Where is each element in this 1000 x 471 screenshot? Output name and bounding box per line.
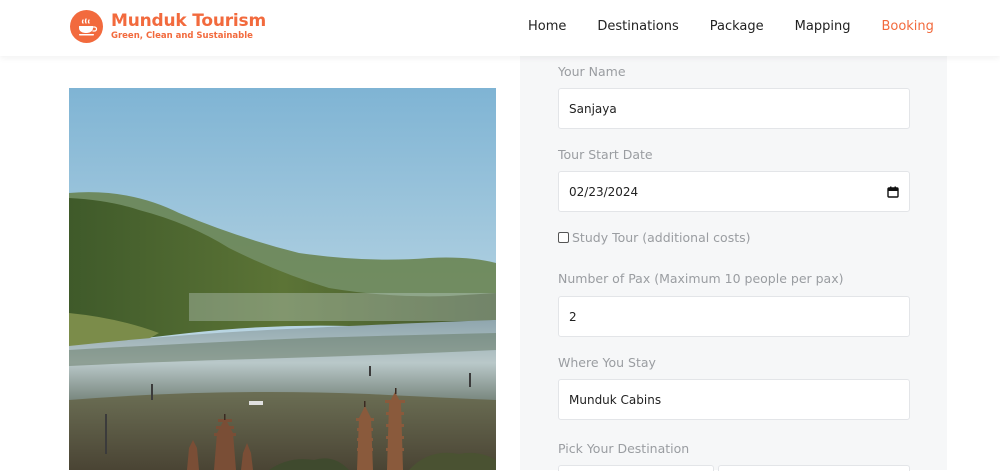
nav-home[interactable]: Home: [528, 19, 566, 34]
lake-temple-photo: [69, 88, 496, 470]
name-label: Your Name: [558, 64, 626, 79]
pax-input[interactable]: 2: [558, 296, 910, 337]
brand-logo[interactable]: Munduk Tourism Green, Clean and Sustaina…: [70, 10, 266, 43]
main-nav: Home Destinations Package Mapping Bookin…: [528, 19, 934, 34]
stay-label: Where You Stay: [558, 355, 656, 370]
brand-name: Munduk Tourism: [111, 10, 266, 31]
name-input[interactable]: Sanjaya: [558, 88, 910, 129]
start-date-label: Tour Start Date: [558, 147, 653, 162]
destination-option[interactable]: [558, 465, 714, 471]
booking-form: Your Name Sanjaya Tour Start Date 02/23/…: [520, 56, 947, 471]
site-header: Munduk Tourism Green, Clean and Sustaina…: [0, 0, 1000, 56]
stay-value: Munduk Cabins: [569, 392, 662, 407]
destination-label: Pick Your Destination: [558, 441, 690, 456]
nav-destinations[interactable]: Destinations: [597, 19, 678, 34]
name-value: Sanjaya: [569, 101, 617, 116]
start-date-input[interactable]: 02/23/2024: [558, 171, 910, 212]
destination-option[interactable]: [718, 465, 910, 471]
nav-mapping[interactable]: Mapping: [795, 19, 851, 34]
pax-label: Number of Pax (Maximum 10 people per pax…: [558, 271, 844, 286]
start-date-value: 02/23/2024: [569, 184, 639, 199]
pax-value: 2: [569, 309, 577, 324]
brand-tagline: Green, Clean and Sustainable: [111, 30, 253, 41]
nav-package[interactable]: Package: [710, 19, 764, 34]
study-tour-checkbox[interactable]: [558, 232, 569, 243]
study-tour-label: Study Tour (additional costs): [572, 230, 751, 245]
nav-booking[interactable]: Booking: [881, 19, 933, 34]
calendar-icon[interactable]: [887, 186, 899, 198]
coffee-cup-icon: [70, 10, 103, 43]
stay-input[interactable]: Munduk Cabins: [558, 379, 910, 420]
study-tour-row: Study Tour (additional costs): [558, 230, 751, 245]
